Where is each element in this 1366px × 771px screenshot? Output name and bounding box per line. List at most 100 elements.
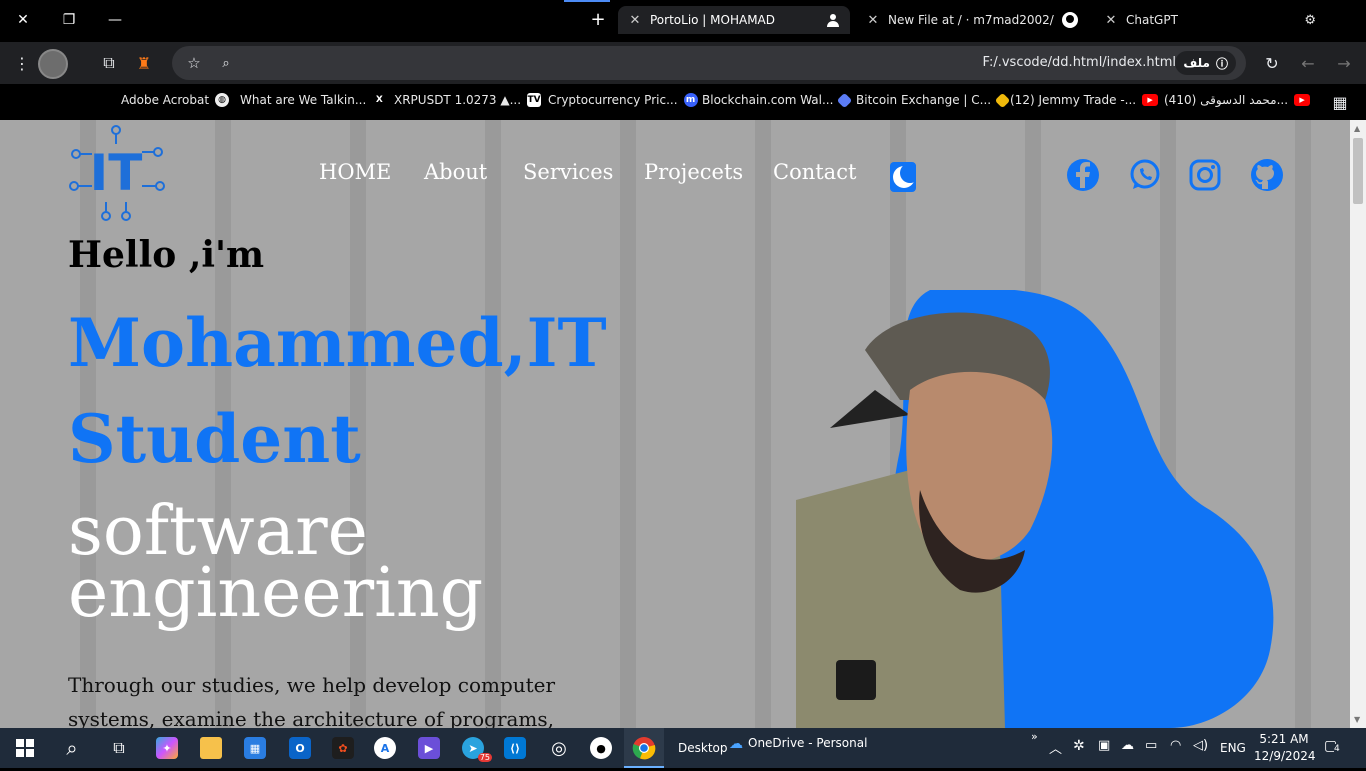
scroll-down-icon[interactable]: ▼ (1354, 715, 1360, 724)
github-icon (1062, 12, 1078, 28)
close-tab-icon[interactable]: ✕ (1104, 13, 1118, 28)
github-icon[interactable] (1250, 158, 1284, 192)
bookmark-star-icon[interactable]: ☆ (180, 49, 208, 77)
globe-icon: ◍ (215, 93, 230, 107)
close-tab-icon[interactable]: ✕ (628, 13, 642, 28)
battery-icon[interactable]: ▭ (1145, 738, 1157, 753)
bookmark-item[interactable]: (410) محمد الدسوقى... ▶ (1164, 93, 1311, 107)
svg-text:IT: IT (90, 144, 143, 202)
microsoft-store-icon[interactable]: ▦ (240, 734, 270, 762)
app-a-icon[interactable]: A (370, 734, 400, 762)
minimize-window-button[interactable]: — (92, 0, 138, 40)
bookmark-item[interactable]: Bitcoin Exchange | C... (856, 92, 1011, 108)
url-text[interactable]: F:/.vscode/dd.html/index.html (983, 55, 1177, 70)
wifi-icon[interactable]: ◠ (1170, 738, 1181, 753)
toolbar: ⋮ ⧉ ♜ ☆ ⌕ F:/.vscode/dd.html/index.html … (0, 42, 1366, 84)
volume-icon[interactable]: ◁) (1193, 738, 1208, 753)
bookmark-item[interactable]: (12) Jemmy Trade -... ▶ (1010, 93, 1159, 107)
circuit-logo-icon: IT (69, 125, 165, 221)
chrome-icon (632, 737, 656, 760)
greeting-heading: Hello ,i'm (68, 234, 265, 276)
address-bar[interactable]: ☆ ⌕ F:/.vscode/dd.html/index.html ملف ⓘ (172, 46, 1246, 80)
reload-icon[interactable]: ↻ (1258, 49, 1286, 77)
nav-about[interactable]: About (424, 160, 487, 184)
role-heading: Student (68, 400, 361, 478)
chevron-double-icon[interactable]: » (1031, 730, 1038, 743)
clock-date[interactable]: 12/9/2024 (1254, 749, 1316, 763)
profile-icon (827, 14, 839, 27)
bookmark-item[interactable]: XRPUSDT 1.0273 ▲... TV (394, 93, 542, 107)
forward-arrow-icon[interactable]: → (1330, 49, 1358, 77)
menu-icon[interactable]: ⋮ (8, 49, 36, 77)
nav-services[interactable]: Services (523, 160, 613, 184)
logo[interactable]: IT (66, 124, 166, 224)
wireless-display-icon[interactable]: ◎ (544, 734, 574, 762)
blockchain-icon (837, 92, 853, 108)
shirt-logo-icon (836, 660, 876, 700)
info-icon: ⓘ (1215, 56, 1228, 71)
nav-contact[interactable]: Contact (773, 160, 856, 184)
scroll-up-icon[interactable]: ▲ (1354, 124, 1360, 133)
new-tab-button[interactable]: + (586, 9, 610, 33)
clock-time[interactable]: 5:21 AM (1258, 732, 1310, 746)
avatar[interactable] (38, 49, 68, 79)
device-icon[interactable]: ▣ (1098, 738, 1110, 753)
tradingview-icon: TV (527, 93, 542, 107)
bookmark-item[interactable]: Adobe Acrobat ◍ (121, 93, 230, 107)
notification-count: 4 (1334, 744, 1340, 754)
nav-home[interactable]: HOME (319, 160, 391, 184)
close-tab-icon[interactable]: ✕ (866, 13, 880, 28)
github-desktop-icon[interactable]: ● (586, 734, 616, 762)
notification-icon[interactable]: ▢ 4 (1324, 738, 1340, 754)
outlook-icon[interactable]: O (285, 734, 315, 762)
facebook-icon[interactable] (1066, 158, 1100, 192)
extension-pin-icon[interactable]: ♜ (130, 49, 158, 77)
telegram-badge: 75 (477, 753, 492, 762)
task-view-icon[interactable]: ⧉ (104, 734, 134, 762)
figma-icon[interactable]: ✿ (328, 734, 358, 762)
page-scrollbar[interactable]: ▲ ▼ (1350, 120, 1366, 728)
bookmark-item[interactable]: What are We Talkin... X (240, 93, 386, 107)
close-window-button[interactable]: ✕ (0, 0, 46, 40)
desktop-label[interactable]: Desktop (678, 741, 728, 755)
search-icon: ⌕ (222, 55, 230, 71)
language-indicator[interactable]: ENG (1220, 741, 1246, 755)
nav-projects[interactable]: Projecets (644, 160, 743, 184)
app-triangle-icon[interactable]: ▶ (414, 734, 444, 762)
tab-portfolio[interactable]: ✕ PortoLio | MOHAMAD (618, 6, 850, 34)
restore-window-button[interactable]: ❐ (46, 0, 92, 40)
youtube-icon: ▶ (1294, 94, 1311, 106)
bookmark-item[interactable]: Blockchain.com Wal... (702, 92, 853, 108)
windows-start-icon[interactable] (10, 734, 40, 762)
site-info-chip[interactable]: ملف ⓘ (1175, 51, 1236, 75)
telegram-icon[interactable]: ➤ 75 (458, 734, 492, 762)
all-bookmarks-icon[interactable]: ▦ (1326, 88, 1354, 116)
binance-icon (994, 92, 1011, 108)
file-explorer-icon[interactable] (196, 734, 226, 762)
taskbar: ⌕ ⧉ ✦ ▦ O ✿ A ▶ ➤ 75 ⟨⟩ ◎ ● Desktop ☁ On… (0, 728, 1366, 768)
x-icon: X (375, 95, 383, 105)
onedrive-label[interactable]: OneDrive - Personal (748, 736, 867, 750)
instagram-icon[interactable] (1188, 158, 1222, 192)
onedrive-icon: ☁ (729, 736, 743, 752)
whatsapp-icon[interactable] (1128, 158, 1162, 192)
scroll-thumb[interactable] (1353, 138, 1363, 204)
copilot-icon[interactable]: ✦ (152, 734, 182, 762)
name-heading: Mohammed,IT (68, 304, 607, 382)
back-arrow-icon[interactable]: ← (1294, 49, 1322, 77)
show-hidden-icons-icon[interactable]: ︿ (1049, 738, 1062, 757)
subtitle-line-2: engineering (68, 554, 484, 633)
cloud-sync-icon[interactable]: ☁ (1121, 738, 1134, 753)
tab-github[interactable]: ✕ New File at / · m7mad2002/My- (856, 6, 1088, 34)
extensions-icon[interactable]: ⧉ (95, 49, 123, 77)
youtube-icon: ▶ (1142, 94, 1159, 106)
chrome-taskbar-button[interactable] (624, 728, 664, 768)
tab-chatgpt[interactable]: ✕ ChatGPT ⚙ (1094, 6, 1326, 34)
vscode-icon[interactable]: ⟨⟩ (500, 734, 530, 762)
coinmarketcap-icon: m (683, 93, 698, 107)
theme-toggle-button[interactable] (890, 162, 916, 192)
profile-photo (790, 288, 1290, 728)
bookmark-item[interactable]: Cryptocurrency Pric... m (548, 93, 698, 107)
brightness-icon[interactable]: ✲ (1073, 738, 1085, 754)
search-icon[interactable]: ⌕ (57, 734, 87, 762)
